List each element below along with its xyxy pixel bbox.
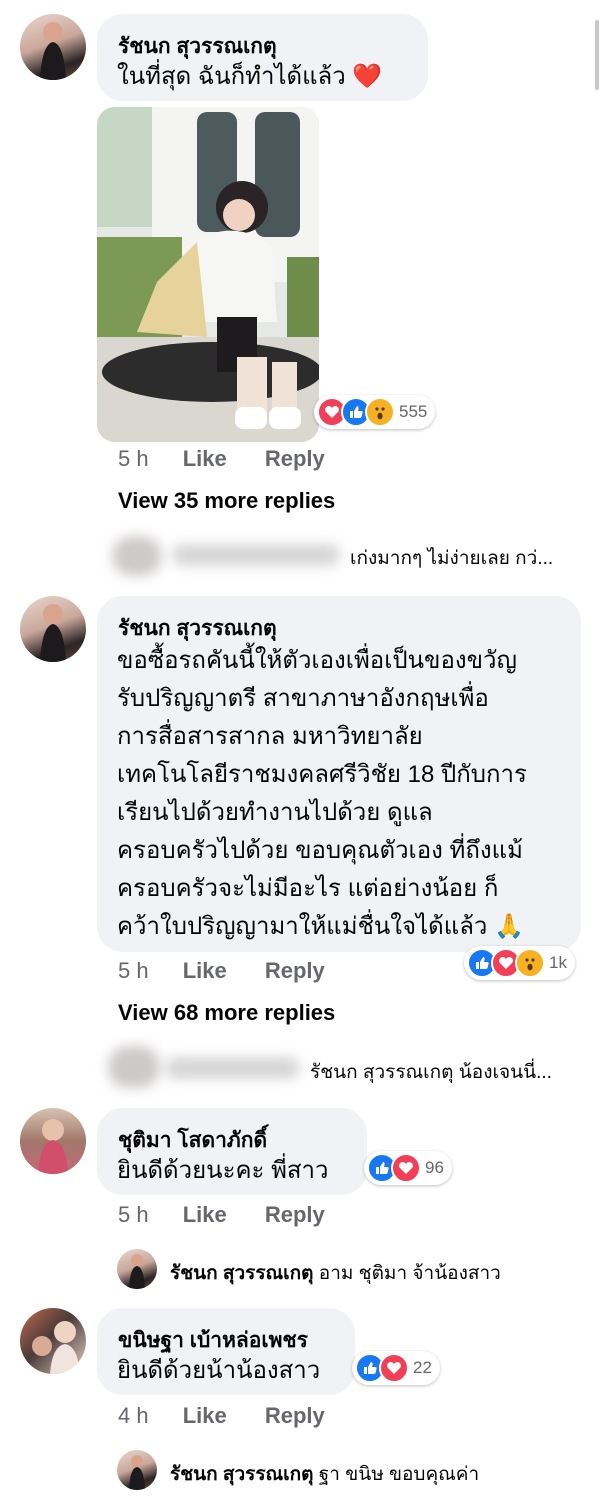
timestamp[interactable]: 5 h [118,446,149,472]
reply-preview[interactable]: รัชนก สุวรรณเกตุ อาม ชุติมา จ้าน้องสาว [170,1258,501,1288]
reaction-count: 1k [549,953,567,972]
reactions-summary[interactable]: 96 [364,1151,452,1185]
photo-image [97,107,319,442]
blurred-avatar [112,536,162,576]
reply-text: อาม ชุติมา จ้าน้องสาว [318,1263,501,1284]
reactions-summary[interactable]: 555 [314,395,436,429]
view-more-replies[interactable]: View 68 more replies [118,1000,335,1026]
comment-text: ยินดีด้วยนะคะ พี่สาว [117,1157,329,1184]
comment-text-line: เรียนไปด้วยทำงานไปด้วย ดูแล [117,799,433,826]
reply-text: ฐา ขนิษ ขอบคุณค่า [318,1464,480,1485]
comment-text: ในที่สุด ฉันก็ทำได้แล้ว ❤️ [117,63,383,90]
comment-text: ยินดีด้วยน้าน้องสาว [117,1357,321,1384]
blurred-avatar [108,1046,160,1088]
love-icon [391,1153,421,1183]
reply-button[interactable]: Reply [265,1202,325,1228]
avatar-rachanok[interactable] [20,596,86,662]
like-button[interactable]: Like [183,1403,227,1429]
reply-avatar[interactable] [117,1249,157,1289]
comment-actions: 4 h Like Reply [118,1403,325,1429]
avatar-rachanok[interactable] [20,14,86,80]
person-icon [129,1254,145,1289]
reply-button[interactable]: Reply [265,446,325,472]
avatar-khanittha[interactable] [20,1308,86,1374]
reply-preview[interactable]: รัชนก สุวรรณเกตุ ฐา ขนิษ ขอบคุณค่า [170,1459,479,1489]
comment-actions: 5 h Like Reply [118,446,325,472]
reply-button[interactable]: Reply [265,958,325,984]
timestamp[interactable]: 5 h [118,958,149,984]
love-icon [379,1353,409,1383]
comment-text-line: รับปริญญาตรี สาขาภาษาอังกฤษเพื่อ [117,685,489,712]
wow-icon [515,948,545,978]
reply-preview-text[interactable]: รัชนก สุวรรณเกตุ น้องเจนนี่... [310,1057,552,1087]
view-more-replies[interactable]: View 35 more replies [118,488,335,514]
timestamp[interactable]: 5 h [118,1202,149,1228]
comment-text-line: การสื่อสารสากล มหาวิทยาลัย [117,723,423,750]
like-button[interactable]: Like [183,1202,227,1228]
comment-text-line: คว้าใบปริญญามาให้แม่ชื่นใจได้แล้ว 🙏 [117,913,524,940]
reactions-summary[interactable]: 1k [464,946,575,980]
reaction-count: 555 [399,402,428,421]
avatar-chutima[interactable] [20,1108,86,1174]
reply-author[interactable]: รัชนก สุวรรณเกตุ [170,1464,314,1485]
comment-actions: 5 h Like Reply [118,958,325,984]
comment-author[interactable]: รัชนก สุวรรณเกตุ [118,612,277,645]
scrollbar[interactable] [595,20,599,90]
reaction-count: 96 [425,1158,444,1177]
blurred-name [172,544,340,566]
wow-icon [365,397,395,427]
like-button[interactable]: Like [183,958,227,984]
reactions-summary[interactable]: 22 [352,1351,440,1385]
person-icon [32,1321,80,1374]
person-icon [38,1119,68,1174]
comment-actions: 5 h Like Reply [118,1202,325,1228]
comment-text-line: ครอบครัวจะไม่มีอะไร แต่อย่างน้อย ก็ [117,875,499,902]
reply-button[interactable]: Reply [265,1403,325,1429]
reply-avatar[interactable] [117,1450,157,1490]
timestamp[interactable]: 4 h [118,1403,149,1429]
reply-author[interactable]: รัชนก สุวรรณเกตุ [170,1263,314,1284]
reaction-count: 22 [413,1358,432,1377]
reply-preview-text[interactable]: เก่งมากๆ ไม่ง่ายเลย กว่... [350,543,553,573]
person-icon [40,604,66,662]
blurred-name [165,1057,300,1079]
person-icon [129,1455,145,1490]
comment-text-line: เทคโนโลยีราชมงคลศรีวิชัย 18 ปีกับการ [117,761,527,788]
person-icon [40,22,66,80]
comment-text-line: ครอบครัวไปด้วย ขอบคุณตัวเอง ที่ถึงแม้ [117,837,523,864]
comment-photo[interactable] [97,107,319,442]
like-button[interactable]: Like [183,446,227,472]
comment-text-line: ขอซื้อรถคันนี้ให้ตัวเองเพื่อเป็นของขวัญ [117,647,517,674]
